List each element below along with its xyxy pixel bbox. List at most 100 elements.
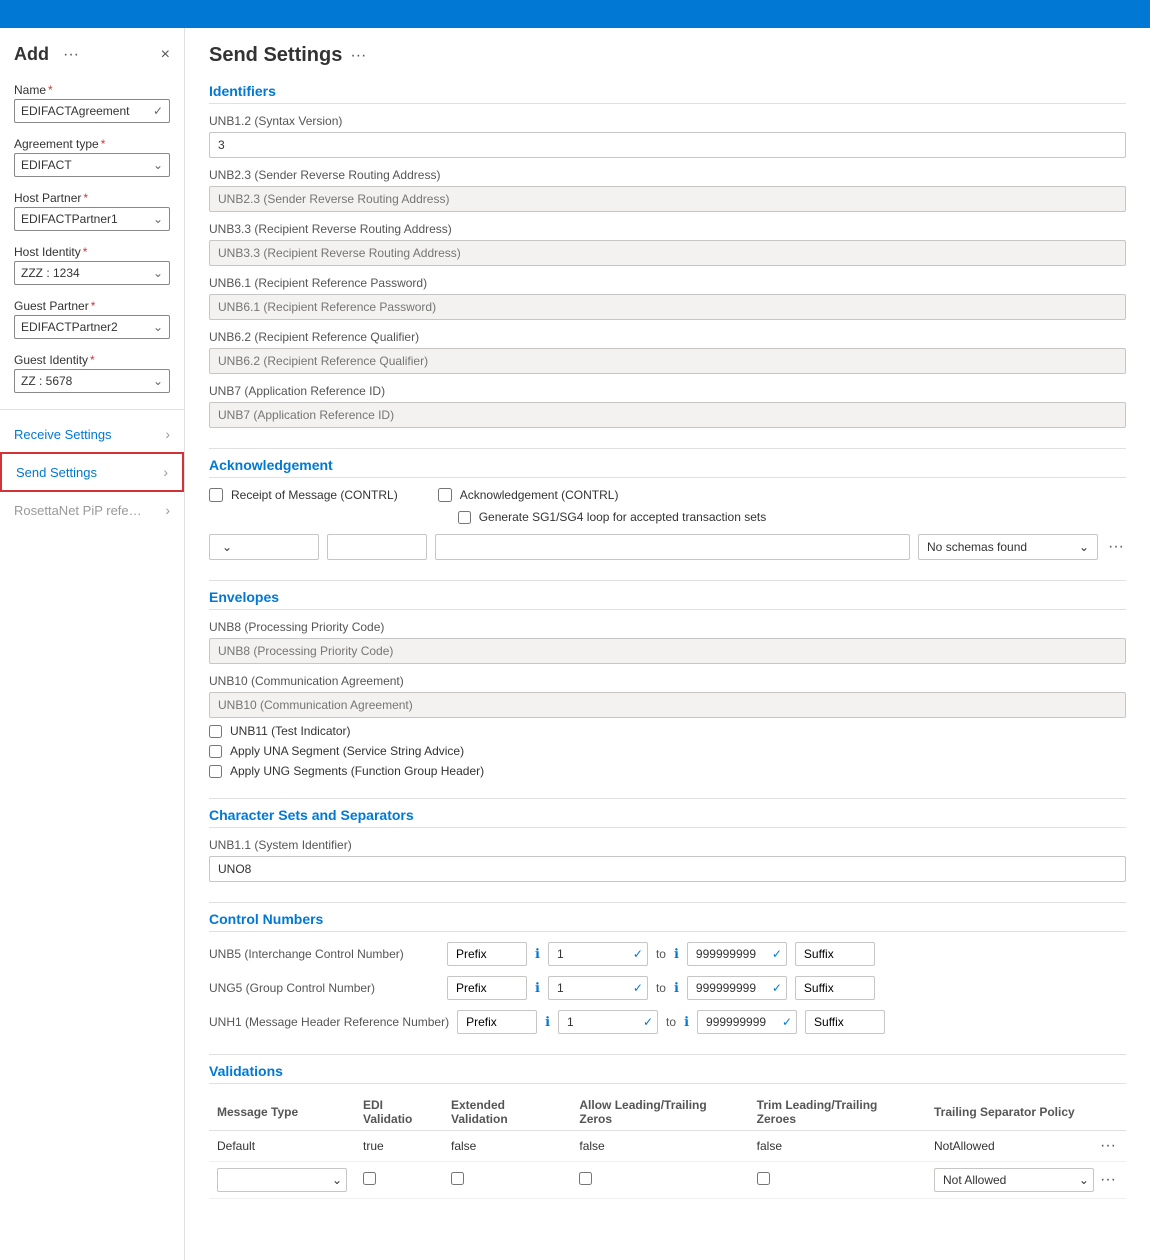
edit-edi-validation-checkbox[interactable] <box>363 1172 376 1185</box>
host-partner-label: Host Partner* <box>14 191 170 205</box>
agreement-type-group: Agreement type* EDIFACT ⌄ <box>0 133 184 181</box>
main-ellipsis[interactable]: ··· <box>350 47 366 65</box>
identifiers-title: Identifiers <box>209 83 1126 104</box>
unh1-from[interactable]: 1 ✓ <box>558 1010 658 1034</box>
sidebar-item-rosettanet[interactable]: RosettaNet PiP referen › <box>0 492 184 528</box>
unb12-input[interactable] <box>209 132 1126 158</box>
edit-trailing-separator-dropdown[interactable]: Not Allowed ⌄ <box>934 1168 1094 1192</box>
default-row-ellipsis-button[interactable]: ··· <box>1098 1137 1118 1155</box>
edit-row-ellipsis-button[interactable]: ··· <box>1098 1171 1118 1189</box>
edit-message-type-dropdown[interactable]: ⌄ <box>217 1168 347 1192</box>
agreement-type-label: Agreement type* <box>14 137 170 151</box>
guest-partner-label: Guest Partner* <box>14 299 170 313</box>
schemas-found-dropdown[interactable]: No schemas found ⌄ <box>918 534 1098 560</box>
unb7-label: UNB7 (Application Reference ID) <box>209 384 1126 398</box>
unb8-input[interactable] <box>209 638 1126 664</box>
char-sets-section: Character Sets and Separators UNB1.1 (Sy… <box>209 807 1126 882</box>
unb5-label: UNB5 (Interchange Control Number) <box>209 947 439 961</box>
agreement-type-input[interactable]: EDIFACT ⌄ <box>14 153 170 177</box>
unb5-to-info-icon: ℹ <box>674 946 679 962</box>
ung-row: Apply UNG Segments (Function Group Heade… <box>209 764 1126 778</box>
unb5-to-value[interactable]: 999999999 ✓ <box>687 942 787 966</box>
unb11-label: UNB11 (Test Indicator) <box>230 724 351 738</box>
receipt-of-message-checkbox[interactable] <box>209 488 223 502</box>
ung5-label: UNG5 (Group Control Number) <box>209 981 439 995</box>
schema-input-2[interactable] <box>435 534 910 560</box>
sidebar-item-receive-settings[interactable]: Receive Settings › <box>0 416 184 452</box>
schemas-found-chevron: ⌄ <box>1079 540 1089 554</box>
host-identity-input[interactable]: ZZZ : 1234 ⌄ <box>14 261 170 285</box>
guest-identity-input[interactable]: ZZ : 5678 ⌄ <box>14 369 170 393</box>
edit-trailing-separator-cell: Not Allowed ⌄ ··· <box>926 1162 1126 1198</box>
schema-ellipsis-button[interactable]: ··· <box>1106 538 1126 556</box>
envelopes-title: Envelopes <box>209 589 1126 610</box>
ack-col-left: Receipt of Message (CONTRL) <box>209 488 398 502</box>
unb12-label: UNB1.2 (Syntax Version) <box>209 114 1126 128</box>
unh1-to-label: to <box>666 1015 676 1029</box>
sidebar-ellipsis[interactable]: ··· <box>63 46 79 64</box>
acknowledgement-contrl-checkbox[interactable] <box>438 488 452 502</box>
unh1-suffix[interactable] <box>805 1010 885 1034</box>
unh1-to-check-icon: ✓ <box>782 1015 792 1029</box>
edit-trim-leading-cell <box>749 1162 926 1199</box>
generate-sg-label: Generate SG1/SG4 loop for accepted trans… <box>479 510 767 524</box>
sidebar-item-send-settings[interactable]: Send Settings › <box>0 452 184 492</box>
ung5-info-icon: ℹ <box>535 980 540 996</box>
edit-allow-leading-checkbox[interactable] <box>579 1172 592 1185</box>
envelopes-section: Envelopes UNB8 (Processing Priority Code… <box>209 589 1126 778</box>
unb33-input[interactable] <box>209 240 1126 266</box>
unb11-checkbox[interactable] <box>209 725 222 738</box>
unh1-prefix[interactable] <box>457 1010 537 1034</box>
una-checkbox[interactable] <box>209 745 222 758</box>
col-trim-leading: Trim Leading/Trailing Zeroes <box>749 1094 926 1131</box>
validations-default-row: Default true false false false NotAllowe… <box>209 1131 1126 1162</box>
unb62-input[interactable] <box>209 348 1126 374</box>
ung5-suffix[interactable] <box>795 976 875 1000</box>
edit-extended-validation-cell <box>443 1162 571 1199</box>
schema-dropdown[interactable]: ⌄ <box>209 534 319 560</box>
unh1-info-icon: ℹ <box>545 1014 550 1030</box>
unb5-to-label: to <box>656 947 666 961</box>
host-partner-input[interactable]: EDIFACTPartner1 ⌄ <box>14 207 170 231</box>
ung5-check-icon: ✓ <box>633 981 643 995</box>
ung5-to-value[interactable]: 999999999 ✓ <box>687 976 787 1000</box>
unb23-input[interactable] <box>209 186 1126 212</box>
ung-checkbox[interactable] <box>209 765 222 778</box>
ung5-from[interactable]: 1 ✓ <box>548 976 648 1000</box>
name-input[interactable]: EDIFACTAgreement ✓ <box>14 99 170 123</box>
sidebar: Add ··· × Name* EDIFACTAgreement ✓ Agree… <box>0 28 185 1260</box>
ung5-prefix[interactable] <box>447 976 527 1000</box>
ung5-to-info-icon: ℹ <box>674 980 679 996</box>
ung-label: Apply UNG Segments (Function Group Heade… <box>230 764 484 778</box>
unb33-label: UNB3.3 (Recipient Reverse Routing Addres… <box>209 222 1126 236</box>
unb11-row: UNB11 (Test Indicator) <box>209 724 1126 738</box>
send-settings-label: Send Settings <box>16 465 97 480</box>
name-group: Name* EDIFACTAgreement ✓ <box>0 79 184 127</box>
edit-trim-leading-checkbox[interactable] <box>757 1172 770 1185</box>
not-allowed-label: Not Allowed <box>943 1173 1006 1187</box>
control-numbers-title: Control Numbers <box>209 911 1126 932</box>
main-header: Send Settings ··· <box>209 44 1126 67</box>
unb61-input[interactable] <box>209 294 1126 320</box>
close-button[interactable]: × <box>161 46 170 64</box>
unh1-to-value[interactable]: 999999999 ✓ <box>697 1010 797 1034</box>
acknowledgement-contrl-label: Acknowledgement (CONTRL) <box>460 488 619 502</box>
rosettanet-label: RosettaNet PiP referen <box>14 503 144 518</box>
unb5-row: UNB5 (Interchange Control Number) ℹ 1 ✓ … <box>209 942 1126 966</box>
unb10-input[interactable] <box>209 692 1126 718</box>
col-edi-validation: EDI Validation <box>355 1094 443 1131</box>
unh1-to-info-icon: ℹ <box>684 1014 689 1030</box>
guest-partner-input[interactable]: EDIFACTPartner2 ⌄ <box>14 315 170 339</box>
main-content: Send Settings ··· Identifiers UNB1.2 (Sy… <box>185 28 1150 1260</box>
unb5-suffix[interactable] <box>795 942 875 966</box>
main-title: Send Settings <box>209 44 342 67</box>
unb7-input[interactable] <box>209 402 1126 428</box>
unb5-check-icon: ✓ <box>633 947 643 961</box>
generate-sg-checkbox[interactable] <box>458 511 471 524</box>
unb5-from[interactable]: 1 ✓ <box>548 942 648 966</box>
schema-input-1[interactable] <box>327 534 427 560</box>
unb5-prefix[interactable] <box>447 942 527 966</box>
system-identifier-input[interactable] <box>209 856 1126 882</box>
system-identifier-label: UNB1.1 (System Identifier) <box>209 838 1126 852</box>
edit-extended-validation-checkbox[interactable] <box>451 1172 464 1185</box>
